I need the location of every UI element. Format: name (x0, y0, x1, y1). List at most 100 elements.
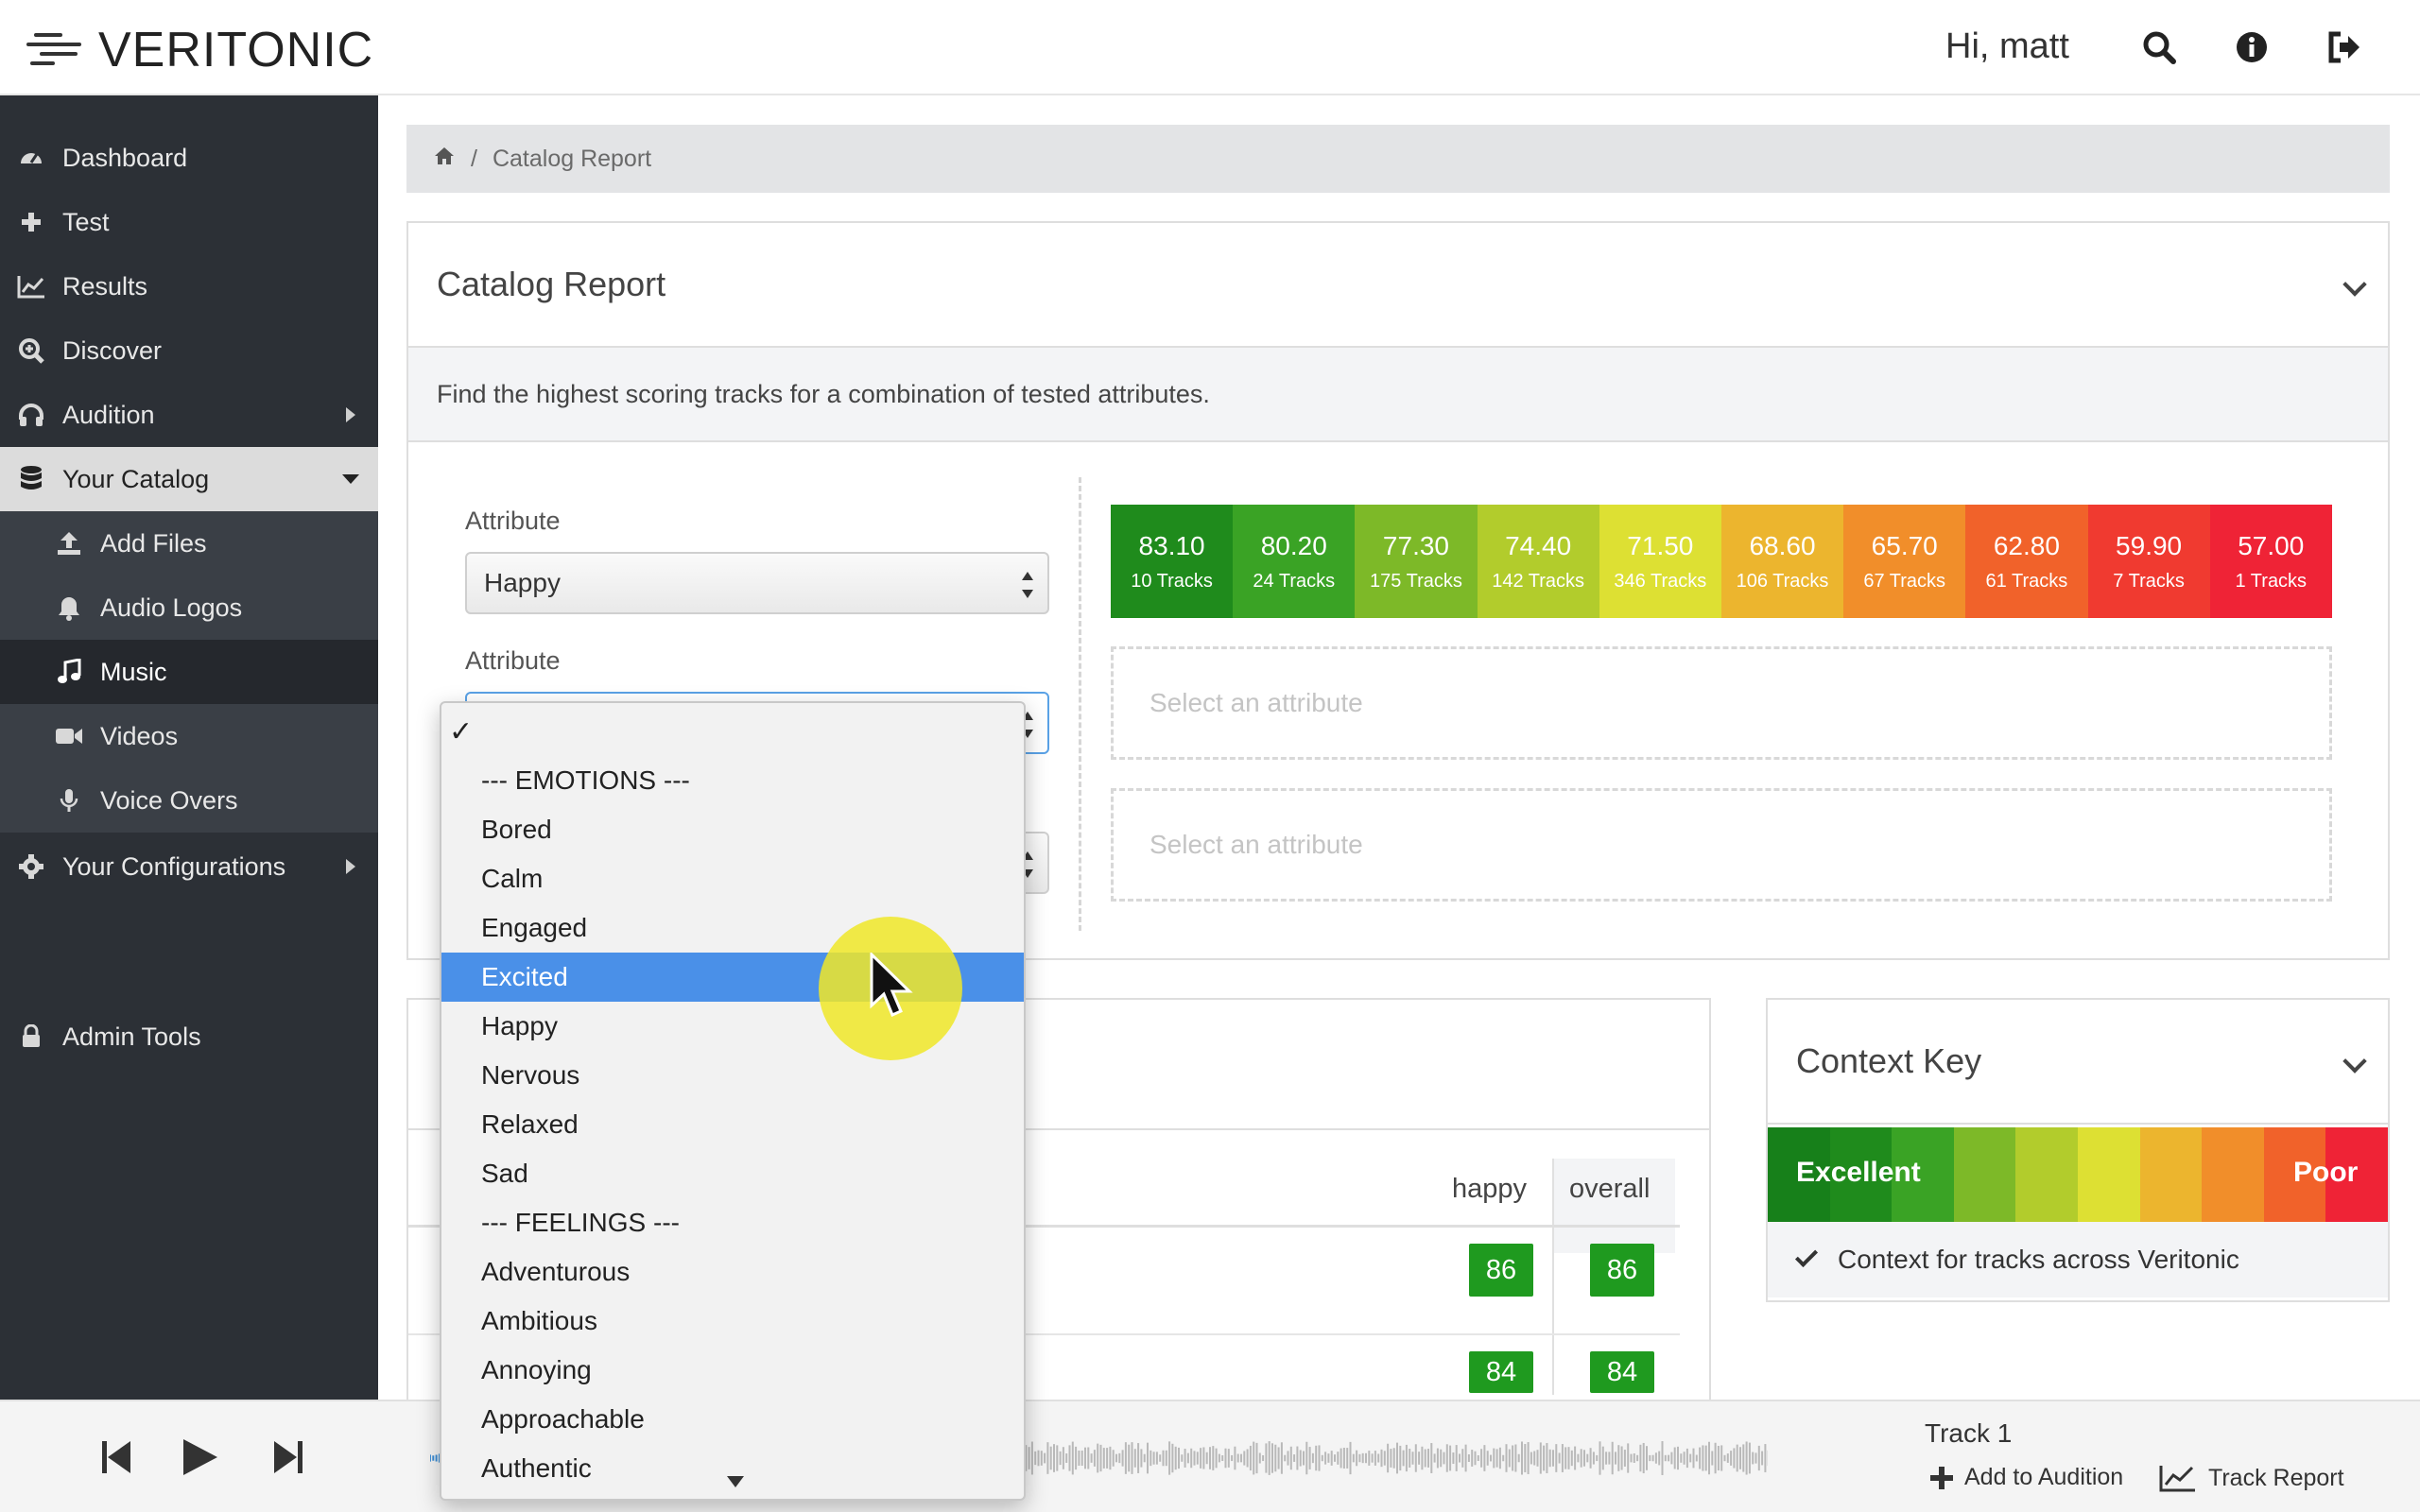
track-name: Track 1 (1925, 1418, 2013, 1448)
sidebar-item-label: Test (62, 207, 110, 236)
user-greeting[interactable]: Hi, matt (1945, 26, 2069, 67)
score-bucket[interactable]: 83.10 10 Tracks (1111, 505, 1234, 618)
score-bucket[interactable]: 80.20 24 Tracks (1233, 505, 1356, 618)
sidebar-item-results[interactable]: Results (0, 254, 378, 318)
dropdown-option[interactable]: Sad (441, 1149, 1024, 1198)
chevron-right-icon (346, 859, 355, 874)
score-bucket-value: 80.20 (1260, 530, 1327, 560)
search-icon[interactable] (2138, 26, 2180, 68)
score-scale: 83.10 10 Tracks 80.20 24 Tracks 77.30 175 Tra… (1111, 505, 2332, 618)
column-header-happy[interactable]: happy (1452, 1174, 1527, 1205)
sidebar: Dashboard Test Results Discover Audition… (0, 95, 378, 1400)
mouse-cursor-icon (870, 953, 913, 1017)
panel-header: Context Key (1768, 1000, 2388, 1125)
chevron-down-icon[interactable] (2342, 1049, 2367, 1074)
dropdown-option[interactable]: Ambitious (441, 1297, 1024, 1346)
attribute-label: Attribute (465, 646, 561, 675)
sidebar-item-label: Your Catalog (62, 464, 210, 493)
track-report-label: Track Report (2208, 1464, 2344, 1491)
veritonic-logo[interactable]: VERITONIC (26, 23, 373, 77)
check-icon (1794, 1244, 1819, 1268)
logo-text: VERITONIC (98, 23, 374, 77)
sidebar-item-music[interactable]: Music (0, 640, 378, 704)
previous-track-icon[interactable] (93, 1434, 140, 1481)
attribute-select-value: Happy (484, 568, 561, 597)
score-bucket-value: 57.00 (2238, 530, 2305, 560)
score-bucket-tracks: 142 Tracks (1492, 570, 1585, 592)
breadcrumb-current: Catalog Report (492, 145, 652, 172)
score-bucket[interactable]: 68.60 106 Tracks (1720, 505, 1844, 618)
score-bucket[interactable]: 65.70 67 Tracks (1843, 505, 1966, 618)
gear-icon (15, 850, 47, 883)
score-bucket-value: 59.90 (2116, 530, 2183, 560)
track-report-link[interactable]: Track Report (2159, 1464, 2344, 1492)
score-bucket[interactable]: 77.30 175 Tracks (1355, 505, 1478, 618)
dropdown-option[interactable]: Nervous (441, 1051, 1024, 1100)
sidebar-item-dashboard[interactable]: Dashboard (0, 126, 378, 190)
score-badge: 84 (1590, 1351, 1654, 1393)
panel-header: Catalog Report (408, 223, 2388, 348)
sidebar-item-your-configurations[interactable]: Your Configurations (0, 834, 378, 899)
info-icon[interactable] (2231, 26, 2273, 68)
column-header-overall[interactable]: overall (1569, 1174, 1650, 1205)
score-bucket[interactable]: 59.90 7 Tracks (2087, 505, 2210, 618)
dropdown-option[interactable]: Annoying (441, 1346, 1024, 1395)
sidebar-item-admin-tools[interactable]: Admin Tools (0, 1005, 378, 1069)
scroll-down-icon[interactable] (727, 1476, 744, 1487)
score-bucket[interactable]: 74.40 142 Tracks (1477, 505, 1599, 618)
lock-icon (15, 1021, 47, 1053)
chevron-down-icon[interactable] (2342, 272, 2367, 297)
attribute-label: Attribute (465, 507, 561, 535)
dropdown-group-header: --- FEELINGS --- (481, 1208, 680, 1237)
dropdown-option[interactable]: ✓ (441, 707, 1024, 756)
score-bucket-tracks: 10 Tracks (1131, 570, 1213, 592)
play-icon[interactable] (176, 1434, 223, 1481)
sidebar-item-voice-overs[interactable]: Voice Overs (0, 768, 378, 833)
score-badge: 86 (1590, 1244, 1654, 1297)
sidebar-item-audition[interactable]: Audition (0, 383, 378, 447)
home-icon[interactable] (433, 146, 456, 173)
sidebar-item-discover[interactable]: Discover (0, 318, 378, 383)
dropdown-option[interactable]: Bored (441, 805, 1024, 854)
dropdown-option[interactable]: Relaxed (441, 1100, 1024, 1149)
add-to-audition-link[interactable]: Add to Audition (1928, 1464, 2123, 1491)
attribute-drop-slot-2[interactable]: Select an attribute (1111, 788, 2332, 902)
panel-title: Catalog Report (437, 265, 666, 303)
sidebar-item-label: Your Configurations (62, 851, 286, 881)
score-badge: 86 (1469, 1244, 1533, 1297)
sidebar-item-videos[interactable]: Videos (0, 704, 378, 768)
score-bucket-value: 68.60 (1749, 530, 1816, 560)
dropdown-option[interactable]: Adventurous (441, 1247, 1024, 1297)
sidebar-item-label: Results (62, 271, 148, 301)
context-key-title: Context Key (1796, 1041, 1982, 1080)
breadcrumb: / Catalog Report (406, 125, 2390, 193)
score-bucket[interactable]: 71.50 346 Tracks (1599, 505, 1721, 618)
dashboard-icon (15, 142, 47, 174)
sidebar-item-test[interactable]: Test (0, 190, 378, 254)
score-bucket[interactable]: 57.00 1 Tracks (2209, 505, 2332, 618)
dropdown-option[interactable]: Approachable (441, 1395, 1024, 1444)
sidebar-item-label: Admin Tools (62, 1022, 201, 1051)
next-track-icon[interactable] (265, 1434, 312, 1481)
sidebar-item-label: Audio Logos (100, 593, 243, 622)
sign-out-icon[interactable] (2324, 26, 2365, 68)
sidebar-item-audio-logos[interactable]: Audio Logos (0, 576, 378, 640)
context-key-footer: Context for tracks across Veritonic (1768, 1222, 2388, 1297)
sidebar-item-label: Add Files (100, 528, 207, 558)
attribute-select-1[interactable]: Happy (465, 552, 1049, 614)
score-bucket-tracks: 175 Tracks (1370, 570, 1462, 592)
upload-icon (53, 527, 85, 559)
dropdown-option[interactable]: Calm (441, 854, 1024, 903)
score-bucket-value: 71.50 (1627, 530, 1694, 560)
headphones-icon (15, 399, 47, 431)
score-bucket[interactable]: 62.80 61 Tracks (1965, 505, 2088, 618)
sidebar-item-your-catalog[interactable]: Your Catalog (0, 447, 378, 511)
attribute-dropdown-list[interactable]: Authentic Approachable Annoying Ambitious Ad… (440, 701, 1026, 1501)
video-icon (53, 720, 85, 752)
score-bucket-tracks: 67 Tracks (1863, 570, 1946, 592)
plus-icon (1930, 1466, 1953, 1489)
sidebar-item-label: Audition (62, 400, 155, 429)
sidebar-item-add-files[interactable]: Add Files (0, 511, 378, 576)
score-bucket-value: 77.30 (1382, 530, 1449, 560)
attribute-drop-slot-1[interactable]: Select an attribute (1111, 646, 2332, 760)
